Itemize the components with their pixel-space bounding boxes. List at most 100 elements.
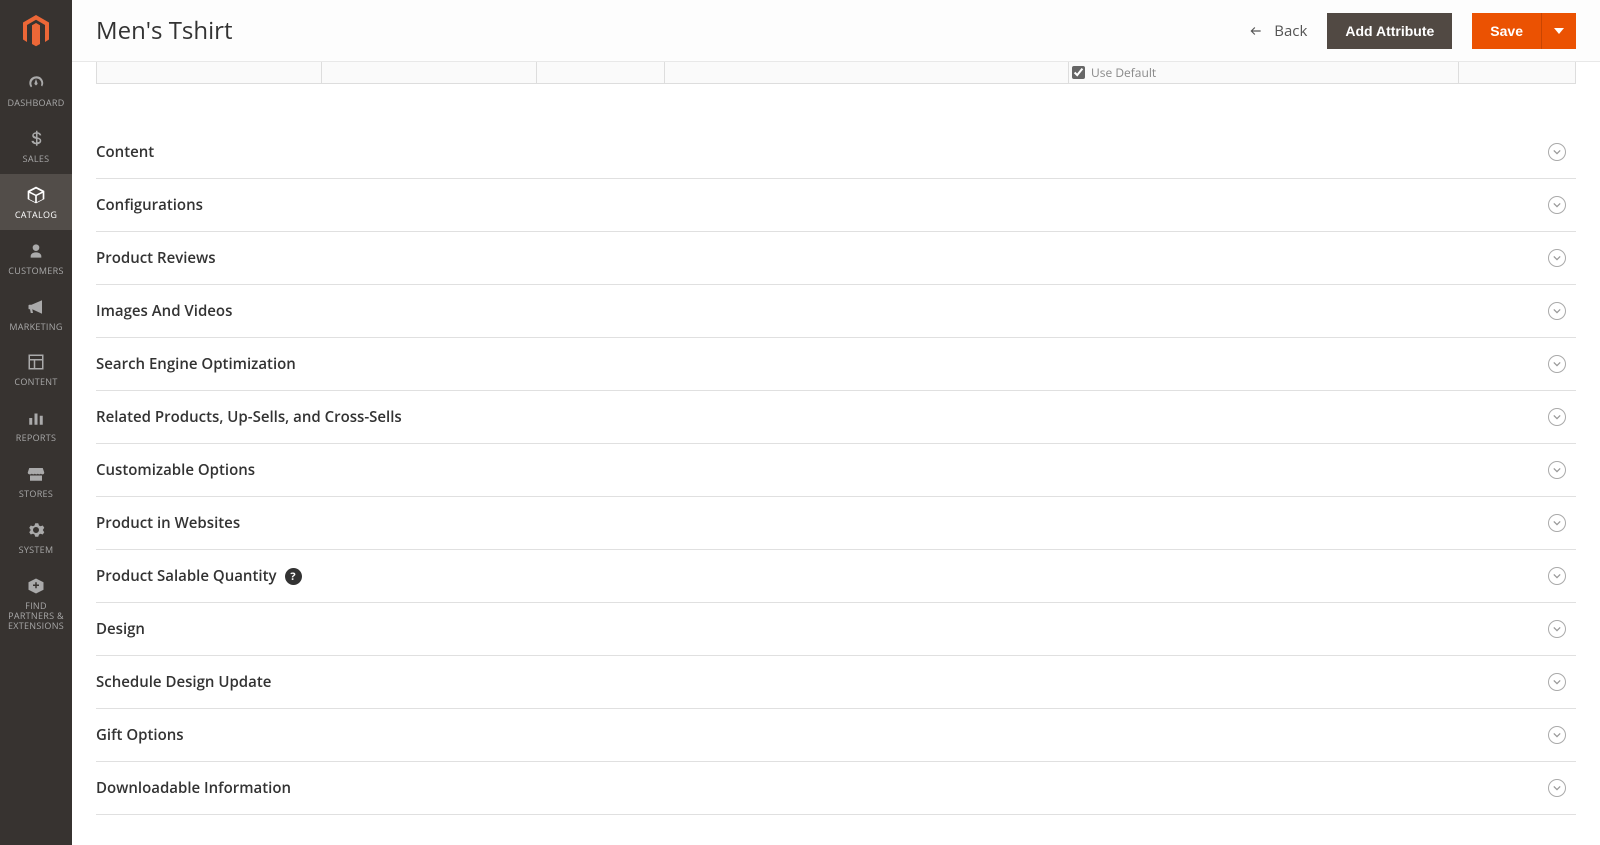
sidebar-item-dashboard[interactable]: DASHBOARD	[0, 62, 72, 118]
chevron-down-icon[interactable]	[1548, 620, 1566, 638]
section-title-text: Downloadable Information	[96, 778, 291, 798]
page-title: Men's Tshirt	[96, 14, 233, 47]
section-title-text: Product Reviews	[96, 248, 216, 268]
sidebar-item-label: SALES	[23, 154, 50, 164]
section-customizable-options[interactable]: Customizable Options	[96, 444, 1576, 497]
megaphone-icon	[25, 296, 47, 318]
sidebar-item-label: MARKETING	[9, 322, 62, 332]
sidebar-item-marketing[interactable]: MARKETING	[0, 286, 72, 342]
section-title-text: Gift Options	[96, 725, 184, 745]
section-gift-options[interactable]: Gift Options	[96, 709, 1576, 762]
section-images-and-videos[interactable]: Images And Videos	[96, 285, 1576, 338]
section-title: Customizable Options	[96, 460, 255, 480]
sidebar-item-label: DASHBOARD	[7, 98, 64, 108]
section-title: Product in Websites	[96, 513, 240, 533]
add-attribute-button[interactable]: Add Attribute	[1327, 13, 1452, 49]
section-title: Downloadable Information	[96, 778, 291, 798]
gear-icon	[25, 519, 47, 541]
back-label: Back	[1274, 21, 1307, 41]
sidebar-item-reports[interactable]: REPORTS	[0, 397, 72, 453]
section-title: Content	[96, 142, 154, 162]
section-configurations[interactable]: Configurations	[96, 179, 1576, 232]
section-related-products-up-sells-and-cross-sells[interactable]: Related Products, Up-Sells, and Cross-Se…	[96, 391, 1576, 444]
chevron-down-icon[interactable]	[1548, 302, 1566, 320]
save-button[interactable]: Save	[1472, 13, 1541, 49]
use-default-checkbox-group: Use Default	[1072, 64, 1156, 81]
section-title: Product Salable Quantity?	[96, 566, 302, 586]
section-design[interactable]: Design	[96, 603, 1576, 656]
section-title: Schedule Design Update	[96, 672, 271, 692]
section-title: Gift Options	[96, 725, 184, 745]
section-title: Configurations	[96, 195, 203, 215]
sidebar-item-content[interactable]: CONTENT	[0, 341, 72, 397]
section-title-text: Product in Websites	[96, 513, 240, 533]
box-icon	[25, 184, 47, 206]
chevron-down-icon[interactable]	[1548, 673, 1566, 691]
caret-down-icon	[1554, 26, 1564, 36]
chevron-down-icon[interactable]	[1548, 249, 1566, 267]
sidebar-item-stores[interactable]: STORES	[0, 453, 72, 509]
sidebar-item-label: FIND PARTNERS & EXTENSIONS	[2, 601, 70, 631]
help-icon[interactable]: ?	[285, 568, 302, 585]
sidebar-item-sales[interactable]: SALES	[0, 118, 72, 174]
use-default-checkbox[interactable]	[1072, 66, 1085, 79]
section-downloadable-information[interactable]: Downloadable Information	[96, 762, 1576, 815]
section-title-text: Content	[96, 142, 154, 162]
section-title-text: Schedule Design Update	[96, 672, 271, 692]
sidebar-item-label: CUSTOMERS	[8, 266, 63, 276]
chevron-down-icon[interactable]	[1548, 355, 1566, 373]
puzzle-icon	[25, 575, 47, 597]
chevron-down-icon[interactable]	[1548, 143, 1566, 161]
section-title-text: Search Engine Optimization	[96, 354, 296, 374]
gauge-icon	[25, 72, 47, 94]
page-header: Men's Tshirt Back Add Attribute Save	[72, 0, 1600, 62]
use-default-label: Use Default	[1091, 64, 1156, 81]
section-product-reviews[interactable]: Product Reviews	[96, 232, 1576, 285]
section-product-salable-quantity[interactable]: Product Salable Quantity?	[96, 550, 1576, 603]
sidebar-item-customers[interactable]: CUSTOMERS	[0, 230, 72, 286]
chevron-down-icon[interactable]	[1548, 726, 1566, 744]
main-content: Men's Tshirt Back Add Attribute Save	[72, 0, 1600, 845]
section-content[interactable]: Content	[96, 126, 1576, 179]
magento-logo[interactable]	[0, 0, 72, 62]
section-title-text: Customizable Options	[96, 460, 255, 480]
chevron-down-icon[interactable]	[1548, 408, 1566, 426]
sidebar-item-find-partners[interactable]: FIND PARTNERS & EXTENSIONS	[0, 565, 72, 641]
layout-icon	[25, 351, 47, 373]
section-title: Related Products, Up-Sells, and Cross-Se…	[96, 407, 402, 427]
section-title-text: Design	[96, 619, 145, 639]
person-icon	[25, 240, 47, 262]
sidebar-item-label: REPORTS	[16, 433, 57, 443]
save-button-group: Save	[1472, 13, 1576, 49]
bar-chart-icon	[25, 407, 47, 429]
section-title-text: Related Products, Up-Sells, and Cross-Se…	[96, 407, 402, 427]
section-search-engine-optimization[interactable]: Search Engine Optimization	[96, 338, 1576, 391]
section-title-text: Product Salable Quantity	[96, 566, 277, 586]
back-button[interactable]: Back	[1248, 21, 1307, 41]
sidebar-item-catalog[interactable]: CATALOG	[0, 174, 72, 230]
chevron-down-icon[interactable]	[1548, 779, 1566, 797]
header-actions: Back Add Attribute Save	[1248, 13, 1576, 49]
sidebar-item-system[interactable]: SYSTEM	[0, 509, 72, 565]
storefront-icon	[25, 463, 47, 485]
dollar-icon	[25, 128, 47, 150]
chevron-down-icon[interactable]	[1548, 196, 1566, 214]
section-title: Design	[96, 619, 145, 639]
section-schedule-design-update[interactable]: Schedule Design Update	[96, 656, 1576, 709]
save-dropdown-toggle[interactable]	[1541, 13, 1576, 49]
sidebar-item-label: STORES	[19, 489, 53, 499]
section-title: Search Engine Optimization	[96, 354, 296, 374]
section-title-text: Configurations	[96, 195, 203, 215]
sidebar-item-label: CONTENT	[14, 377, 57, 387]
section-title: Product Reviews	[96, 248, 216, 268]
section-title: Images And Videos	[96, 301, 232, 321]
sidebar: DASHBOARD SALES CATALOG CUSTOMERS MARKET	[0, 0, 72, 845]
table-stub-row: Use Default	[96, 62, 1576, 84]
sidebar-item-label: CATALOG	[15, 210, 57, 220]
section-title-text: Images And Videos	[96, 301, 232, 321]
chevron-down-icon[interactable]	[1548, 514, 1566, 532]
chevron-down-icon[interactable]	[1548, 567, 1566, 585]
section-product-in-websites[interactable]: Product in Websites	[96, 497, 1576, 550]
chevron-down-icon[interactable]	[1548, 461, 1566, 479]
arrow-left-icon	[1248, 24, 1264, 38]
